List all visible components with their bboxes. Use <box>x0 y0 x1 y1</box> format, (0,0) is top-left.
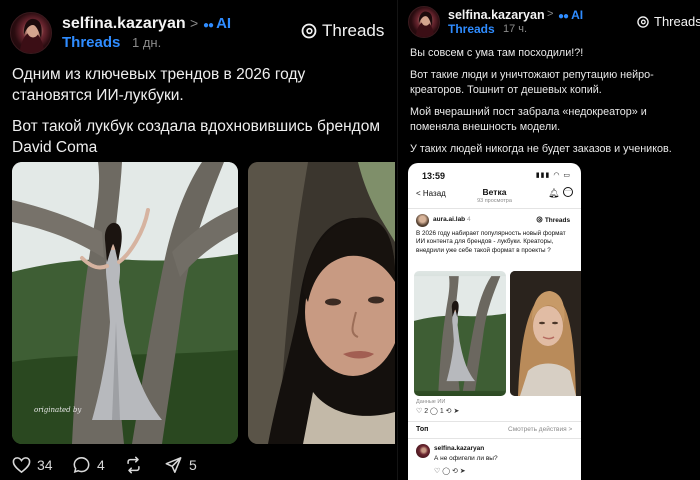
bell-icon: 🔔︎ <box>548 188 560 198</box>
chevron-right-icon: > <box>547 8 554 20</box>
divider <box>408 438 581 439</box>
username[interactable]: selfina.kazaryan <box>62 15 186 33</box>
more-icon: ··· <box>563 187 573 197</box>
share-count: 5 <box>189 457 197 473</box>
threads-at-icon <box>637 15 649 28</box>
avatar <box>416 444 430 458</box>
comment-username: selfina.kazaryan <box>434 445 485 452</box>
repost-icon <box>127 456 140 474</box>
chevron-right-icon: > <box>190 15 199 31</box>
ai-tag[interactable]: ●● AI <box>558 8 583 22</box>
embedded-screenshot[interactable]: 13:59 ▮▮▮ ◠ ▭ < Назад Ветка 93 просмотра… <box>408 163 581 480</box>
ai-dots-icon: ●● <box>558 11 569 22</box>
threads-logo[interactable]: Threads <box>300 21 384 41</box>
avatar[interactable] <box>10 12 52 54</box>
threads-at-icon <box>536 216 543 223</box>
comment-actions: ♡ ◯ ⟲ ➤ <box>434 468 466 475</box>
post-paragraph: Вы совсем с ума там посходили!?! <box>410 47 584 59</box>
comment-button[interactable]: 4 <box>72 456 105 474</box>
share-button[interactable]: 5 <box>164 456 197 474</box>
avatar[interactable] <box>408 6 440 38</box>
post-image-portrait <box>510 271 581 396</box>
post-username: aura.ai.lab 4 <box>433 216 471 223</box>
post-paragraph: Вот такие люди и уничтожают репутацию не… <box>410 69 654 96</box>
sort-label: Топ <box>416 426 429 433</box>
threads-link[interactable]: Threads <box>448 22 495 36</box>
post-header: selfina.kazaryan > ●● AI Threads 17 ч. Th… <box>408 6 700 38</box>
threads-at-icon <box>301 23 317 39</box>
post-text: Одним из ключевых трендов в 2026 году ст… <box>12 64 388 168</box>
repost-button[interactable] <box>124 456 143 474</box>
post-time: 17 ч. <box>503 23 528 35</box>
threads-logo: Threads <box>536 216 570 224</box>
post-text: Вы совсем с ума там посходили!?! Вот так… <box>410 46 692 164</box>
heart-icon <box>12 457 31 474</box>
post-image-face[interactable] <box>248 162 395 444</box>
send-icon <box>165 457 182 473</box>
like-count: 34 <box>37 457 53 473</box>
divider <box>408 421 581 422</box>
comment-count: 4 <box>97 457 105 473</box>
threads-link[interactable]: Threads <box>62 34 120 51</box>
like-button[interactable]: 34 <box>12 456 53 474</box>
post-header: selfina.kazaryan > ●● AI Threads 1 дн. Th… <box>10 12 388 54</box>
threads-logo-label: Threads <box>322 21 385 40</box>
post-image-full-body <box>414 271 506 396</box>
threads-logo-label: Threads <box>654 14 700 29</box>
post-paragraph: Мой вчерашний пост забрала «недокреатор»… <box>410 106 647 133</box>
post-username-text: aura.ai.lab <box>433 216 466 223</box>
post-paragraph: У таких людей никогда не будет заказов и… <box>410 143 672 155</box>
post-actions: 34 4 5 <box>12 456 272 478</box>
post-image-full-body[interactable]: originated by <box>12 162 238 444</box>
post-actions: ♡ 2 ◯ 1 ⟲ ➤ <box>416 408 460 415</box>
view-activity: Смотреть действия > <box>508 426 573 433</box>
threads-logo[interactable]: Threads <box>636 14 700 29</box>
left-post: selfina.kazaryan > ●● AI Threads 1 дн. Th… <box>0 0 395 480</box>
username[interactable]: selfina.kazaryan <box>448 8 545 22</box>
right-post: selfina.kazaryan > ●● AI Threads 17 ч. Th… <box>397 0 700 480</box>
image-watermark: originated by <box>34 406 82 414</box>
ai-tag[interactable]: ●● AI <box>203 15 231 32</box>
ai-tag-label: AI <box>216 15 232 32</box>
post-time: 1 дн. <box>132 35 162 50</box>
avatar <box>416 214 429 227</box>
divider <box>408 208 581 209</box>
ai-label: Данные ИИ <box>416 399 446 405</box>
post-paragraph: Вот такой лукбук создала вдохновившись б… <box>12 118 381 156</box>
post-paragraph: Одним из ключевых трендов в 2026 году ст… <box>12 66 306 104</box>
threads-logo-label: Threads <box>544 217 571 224</box>
post-text: В 2026 году набирает популярность новый … <box>416 230 566 254</box>
ai-dots-icon: ●● <box>203 20 214 31</box>
post-time: 4 <box>466 216 471 223</box>
status-time: 13:59 <box>422 171 446 181</box>
comment-text: А не офигели ли вы? <box>434 455 498 462</box>
status-icons: ▮▮▮ ◠ ▭ <box>535 172 571 179</box>
ai-tag-label: AI <box>571 8 584 22</box>
comment-icon <box>73 457 90 473</box>
